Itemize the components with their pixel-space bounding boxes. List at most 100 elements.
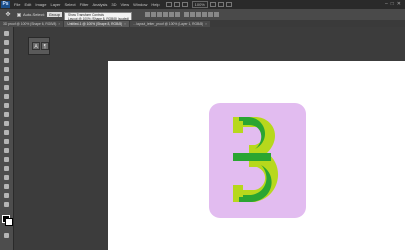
letter-3-left-stub-bottom (233, 185, 243, 197)
tab-close-icon[interactable]: × (205, 22, 207, 26)
menu-layer[interactable]: Layer (48, 0, 62, 9)
menu-3d[interactable]: 3D (109, 0, 118, 9)
doc-tab-2[interactable]: Untitled-1 @ 100% (Shape 8, RGB/8) × (64, 21, 130, 27)
paragraph-icon: ¶ (43, 44, 47, 50)
hand-tool[interactable] (2, 201, 11, 208)
paragraph-panel-button[interactable]: ¶ (41, 42, 49, 50)
close-icon[interactable]: ✕ (397, 0, 401, 9)
gradient-icon (4, 130, 9, 135)
lasso-tool[interactable] (2, 48, 11, 55)
lasso-icon (4, 49, 9, 54)
menu-help[interactable]: Help (149, 0, 161, 9)
history-brush-icon (4, 112, 9, 117)
blur-tool[interactable] (2, 138, 11, 145)
healing-brush-tool[interactable] (2, 84, 11, 91)
type-icon (4, 166, 9, 171)
quick-mask-icon (4, 233, 9, 238)
distribute-icons (183, 12, 219, 17)
crop-tool[interactable] (2, 66, 11, 73)
eyedropper-tool[interactable] (2, 75, 11, 82)
shape-icon (4, 184, 9, 189)
pen-icon (4, 157, 9, 162)
menu-window[interactable]: Window (131, 0, 149, 9)
window-controls: – □ ✕ (385, 0, 405, 9)
letter-3-left-stub-top (233, 121, 243, 133)
quick-select-tool[interactable] (2, 57, 11, 64)
3d-rotate-icon (4, 193, 9, 198)
auto-select-label: Auto-Select: (23, 12, 45, 17)
gradient-tool[interactable] (2, 129, 11, 136)
panel-dock: A ¶ (28, 37, 50, 55)
distribute-left-icon[interactable] (201, 12, 207, 17)
menu-edit[interactable]: Edit (22, 0, 33, 9)
quick-mask-button[interactable] (2, 232, 11, 239)
pen-tool[interactable] (2, 156, 11, 163)
align-left-icon[interactable] (162, 12, 168, 17)
screen-mode-icon[interactable] (225, 2, 232, 7)
align-top-icon[interactable] (144, 12, 150, 17)
tab-close-icon[interactable]: × (124, 22, 126, 26)
brush-tool[interactable] (2, 93, 11, 100)
distribute-top-icon[interactable] (183, 12, 189, 17)
quick-select-icon (4, 58, 9, 63)
menu-tool-icons: 100% (165, 1, 232, 8)
menu-analysis[interactable]: Analysis (91, 0, 110, 9)
hand-tool-icon[interactable] (209, 2, 216, 7)
background-color-swatch[interactable] (5, 218, 13, 226)
doc-tab-label: Untitled-1 @ 100% (Shape 8, RGB/8) (67, 22, 123, 26)
launch-bridge-icon[interactable] (165, 2, 172, 7)
minimize-icon[interactable]: – (385, 0, 388, 9)
eraser-tool[interactable] (2, 120, 11, 127)
align-hcenter-icon[interactable] (168, 12, 174, 17)
move-tool-icon[interactable]: ✥ (2, 11, 14, 19)
blur-icon (4, 139, 9, 144)
zoom-level[interactable]: 100% (191, 1, 208, 8)
auto-select-checkbox[interactable] (17, 12, 21, 17)
distribute-hcenter-icon[interactable] (207, 12, 213, 17)
path-selection-tool[interactable] (2, 174, 11, 181)
doc-tab-3[interactable]: …layout_letter_proof @ 100% (Layer 1, RG… (130, 21, 211, 27)
healing-brush-icon (4, 85, 9, 90)
shape-tool[interactable] (2, 183, 11, 190)
view-extras-icon[interactable] (181, 2, 188, 7)
distribute-right-icon[interactable] (213, 12, 219, 17)
clone-stamp-tool[interactable] (2, 102, 11, 109)
tab-close-icon[interactable]: × (58, 22, 60, 26)
auto-select-dropdown[interactable]: Group (46, 12, 62, 17)
document-tabs: 3D proof @ 100% (Shape 6, RGB/8) × Untitl… (0, 20, 405, 27)
letter-3-middle-bar (233, 153, 271, 161)
align-vcenter-icon[interactable] (150, 12, 156, 17)
doc-tab-label: …layout_letter_proof @ 100% (Layer 1, RG… (133, 22, 204, 26)
brush-icon (4, 94, 9, 99)
align-bottom-icon[interactable] (156, 12, 162, 17)
dodge-icon (4, 148, 9, 153)
move-tool[interactable] (2, 30, 11, 37)
menu-view[interactable]: View (119, 0, 132, 9)
distribute-bottom-icon[interactable] (195, 12, 201, 17)
marquee-tool[interactable] (2, 39, 11, 46)
dodge-tool[interactable] (2, 147, 11, 154)
maximize-icon[interactable]: □ (391, 0, 394, 9)
menu-file[interactable]: File (12, 0, 22, 9)
history-brush-tool[interactable] (2, 111, 11, 118)
3d-rotate-tool[interactable] (2, 192, 11, 199)
align-icons (144, 12, 180, 17)
launch-minibridge-icon[interactable] (173, 2, 180, 7)
photoshop-window: Ps File Edit Image Layer Select Filter A… (0, 0, 405, 250)
distribute-vcenter-icon[interactable] (189, 12, 195, 17)
photoshop-logo: Ps (1, 1, 10, 8)
menu-select[interactable]: Select (63, 0, 78, 9)
artwork-background (209, 103, 306, 218)
doc-tab-label: 3D proof @ 100% (Shape 6, RGB/8) (3, 22, 57, 26)
character-icon: A (34, 44, 38, 50)
arrange-documents-icon[interactable] (217, 2, 224, 7)
character-panel-button[interactable]: A (32, 42, 40, 50)
letter-3-artwork (233, 117, 279, 202)
menu-filter[interactable]: Filter (78, 0, 91, 9)
align-right-icon[interactable] (174, 12, 180, 17)
eyedropper-icon (4, 76, 9, 81)
move-icon (4, 31, 9, 36)
eraser-icon (4, 121, 9, 126)
menu-image[interactable]: Image (33, 0, 48, 9)
type-tool[interactable] (2, 165, 11, 172)
